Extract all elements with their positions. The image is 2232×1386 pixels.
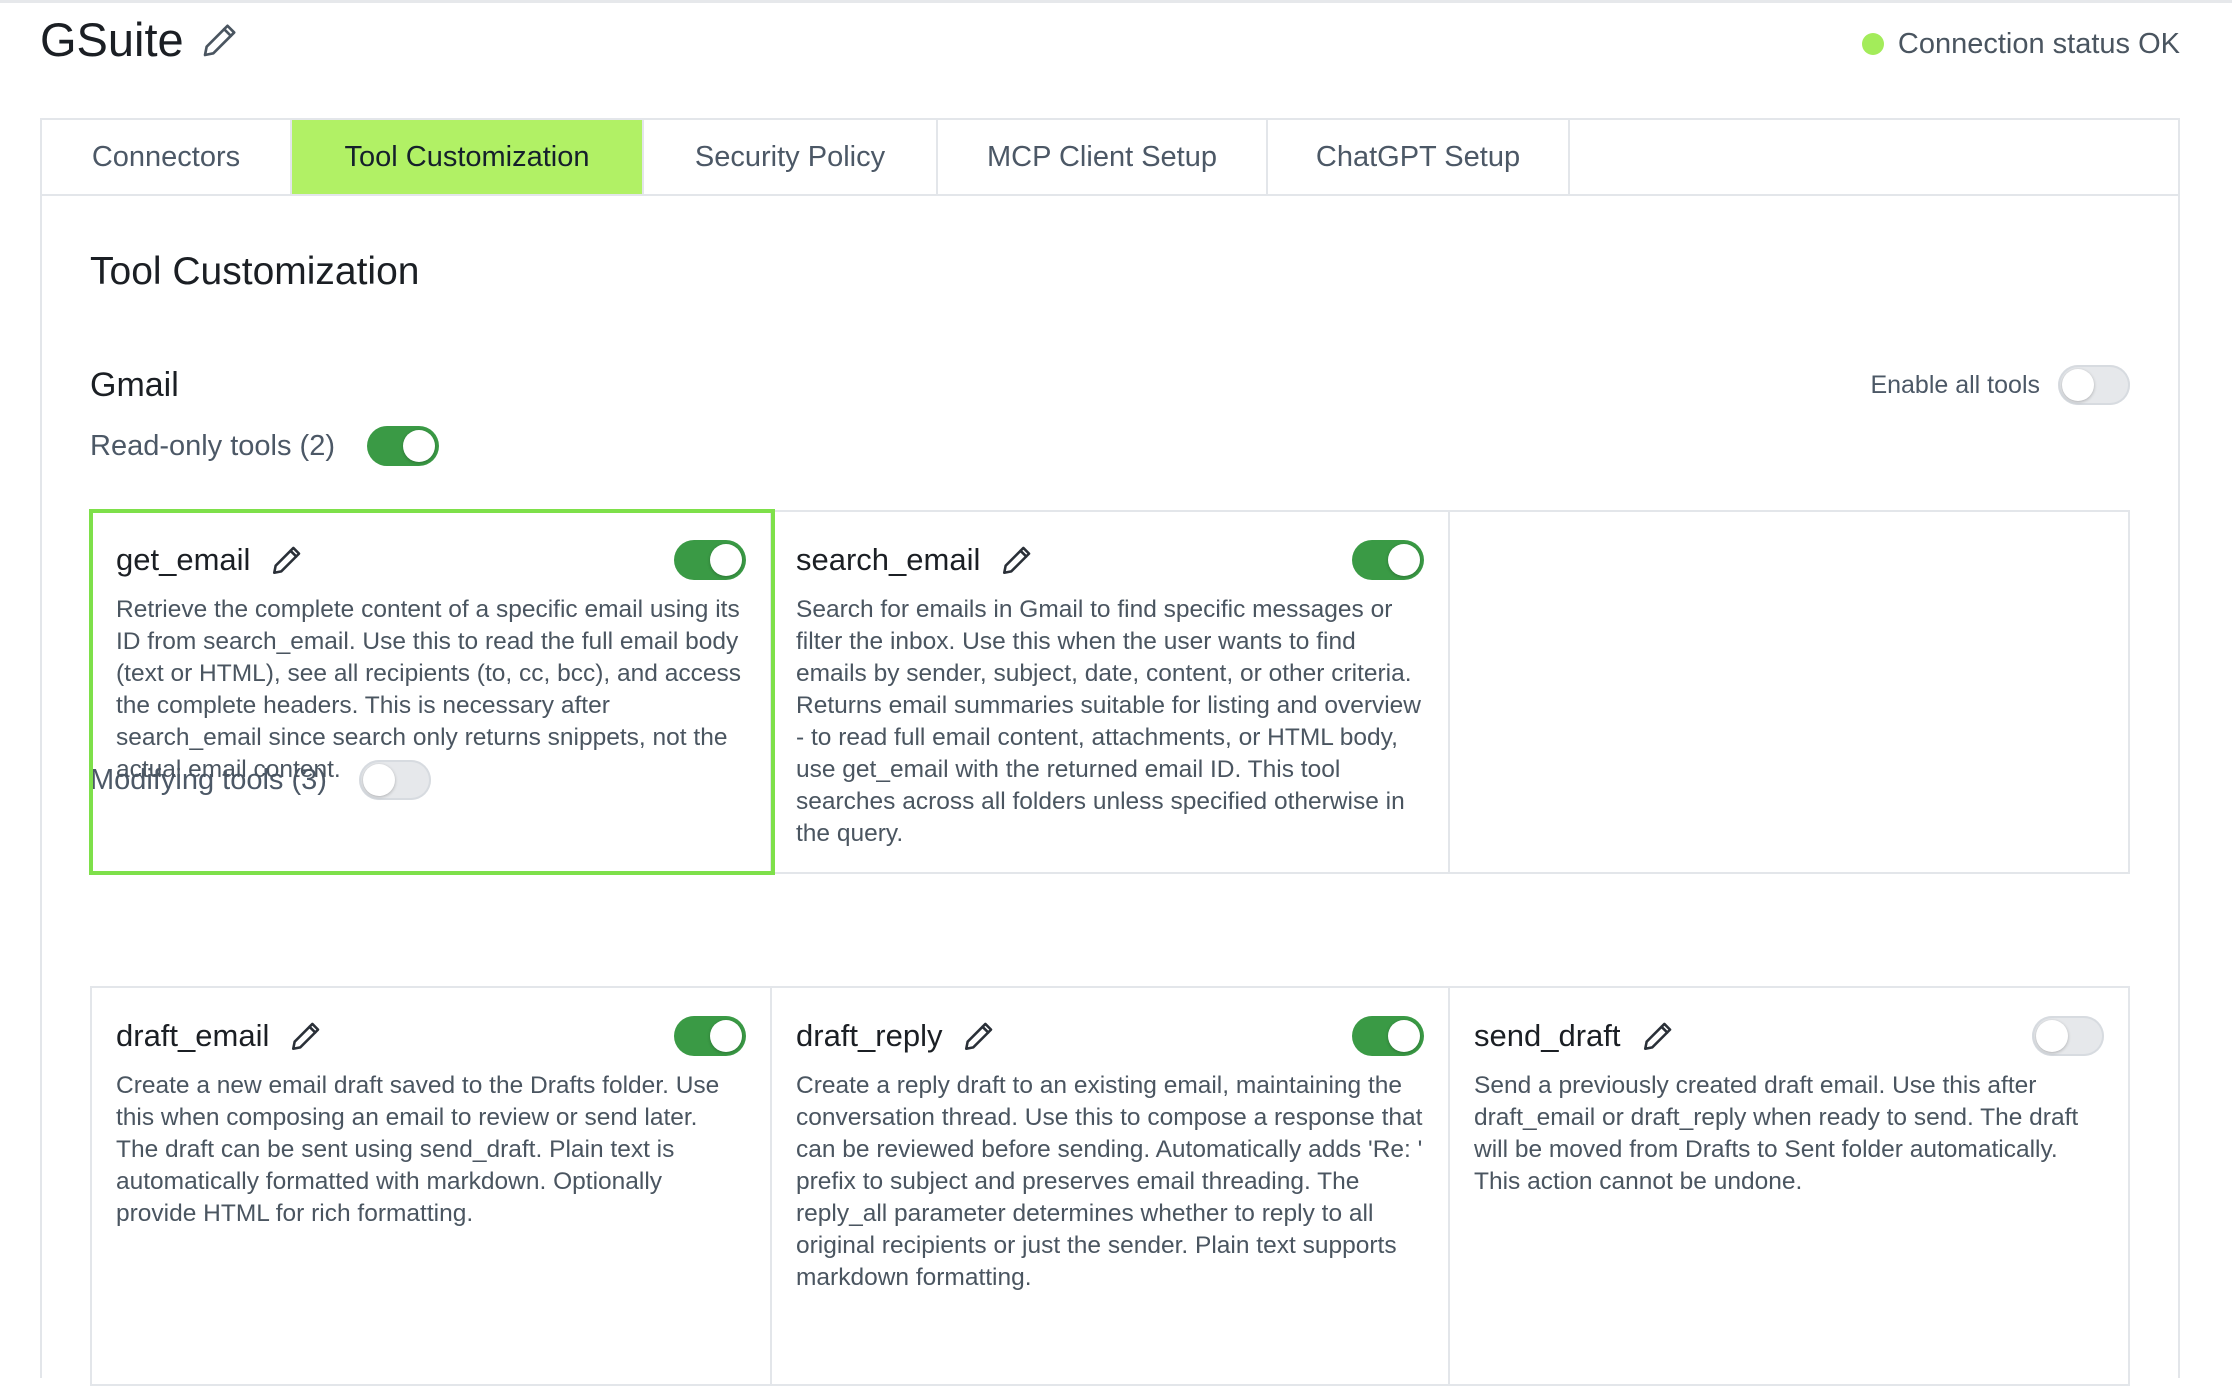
toggle-knob [2036, 1020, 2068, 1052]
tool-description: Send a previously created draft email. U… [1474, 1072, 2079, 1195]
page-header: GSuite Connection status OK [40, 12, 2180, 84]
enable-all-tools: Enable all tools [1870, 365, 2130, 405]
tab-security-policy[interactable]: Security Policy [644, 120, 938, 194]
tool-card-header: draft_reply [796, 1016, 1424, 1056]
group-title-gmail: Gmail [90, 366, 179, 404]
tool-card-draft-email[interactable]: draft_email Create a new email draft sav… [92, 988, 772, 1384]
pencil-icon[interactable] [289, 1019, 323, 1053]
connection-status-text: Connection status OK [1897, 27, 2180, 60]
tab-mcp-client-setup[interactable]: MCP Client Setup [938, 120, 1268, 194]
pencil-icon[interactable] [1641, 1019, 1675, 1053]
settings-card: Connectors Tool Customization Security P… [40, 118, 2180, 1386]
page-title: GSuite [40, 13, 184, 66]
tool-card-header: draft_email [116, 1016, 746, 1056]
tool-toggle-draft-email[interactable] [674, 1016, 746, 1056]
toggle-knob [403, 430, 435, 462]
tool-card-header: search_email [796, 540, 1424, 580]
tool-name: draft_reply [796, 1018, 943, 1053]
tool-name: get_email [116, 542, 251, 577]
tab-chatgpt-setup[interactable]: ChatGPT Setup [1268, 120, 1570, 194]
tool-toggle-search-email[interactable] [1352, 540, 1424, 580]
tab-bar: Connectors Tool Customization Security P… [42, 120, 1570, 194]
read-only-tools-label: Read-only tools (2) [90, 429, 335, 462]
toggle-knob [710, 1020, 742, 1052]
read-only-tools-header: Read-only tools (2) [90, 426, 439, 466]
read-only-tools-toggle[interactable] [367, 426, 439, 466]
tool-toggle-get-email[interactable] [674, 540, 746, 580]
tool-name: search_email [796, 542, 981, 577]
toggle-knob [1388, 1020, 1420, 1052]
empty-tool-slot [1450, 512, 2128, 872]
tool-name: send_draft [1474, 1018, 1621, 1053]
status-dot-icon [1861, 33, 1884, 55]
tool-description: Search for emails in Gmail to find speci… [796, 596, 1422, 847]
tab-divider [42, 194, 2178, 196]
tool-card-get-email[interactable]: get_email Retrieve the complete content … [89, 509, 775, 875]
tool-description: Retrieve the complete content of a speci… [116, 596, 741, 783]
toggle-knob [2062, 369, 2094, 401]
tab-tool-customization[interactable]: Tool Customization [292, 120, 644, 194]
tool-description: Create a reply draft to an existing emai… [796, 1072, 1423, 1291]
tool-description: Create a new email draft saved to the Dr… [116, 1072, 720, 1227]
tool-card-search-email[interactable]: search_email Search for emails in Gmail … [772, 512, 1450, 872]
toggle-knob [710, 544, 742, 576]
top-border [0, 0, 2232, 3]
modifying-tools-grid: draft_email Create a new email draft sav… [90, 986, 2130, 1386]
toggle-knob [1388, 544, 1420, 576]
pencil-icon[interactable] [962, 1019, 996, 1053]
pencil-icon[interactable] [200, 20, 240, 60]
enable-all-toggle[interactable] [2058, 365, 2130, 405]
tool-toggle-send-draft[interactable] [2032, 1016, 2104, 1056]
tool-card-header: get_email [116, 540, 746, 580]
tab-connectors[interactable]: Connectors [42, 120, 292, 194]
tool-card-send-draft[interactable]: send_draft Send a previously created dra… [1450, 988, 2128, 1384]
pencil-icon[interactable] [1000, 543, 1034, 577]
pencil-icon[interactable] [270, 543, 304, 577]
tool-card-draft-reply[interactable]: draft_reply Create a reply draft to an e… [772, 988, 1450, 1384]
connection-status: Connection status OK [1861, 24, 2180, 64]
section-title: Tool Customization [90, 250, 420, 293]
tool-name: draft_email [116, 1018, 270, 1053]
tool-card-header: send_draft [1474, 1016, 2104, 1056]
enable-all-label: Enable all tools [1870, 370, 2040, 399]
read-only-tools-grid: get_email Retrieve the complete content … [89, 509, 2130, 875]
tool-toggle-draft-reply[interactable] [1352, 1016, 1424, 1056]
